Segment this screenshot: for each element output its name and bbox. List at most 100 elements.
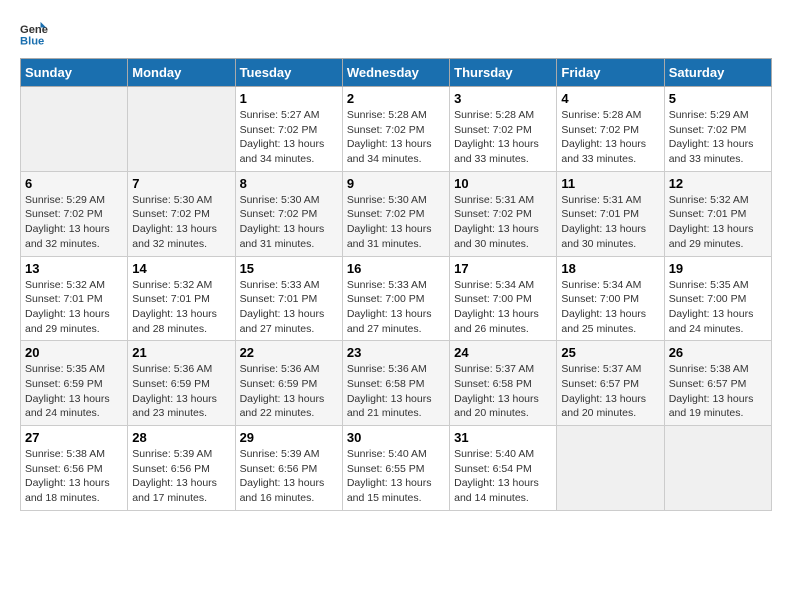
header: General Blue: [20, 20, 772, 48]
day-cell: 23 Sunrise: 5:36 AM Sunset: 6:58 PM Dayli…: [342, 341, 449, 426]
day-info: Sunrise: 5:31 AM Sunset: 7:02 PM Dayligh…: [454, 193, 552, 252]
day-cell: 7Sunrise: 5:30 AM Sunset: 7:02 PM Daylig…: [128, 171, 235, 256]
day-number: 18: [561, 261, 659, 276]
day-info: Sunrise: 5:29 AM Sunset: 7:02 PM Dayligh…: [25, 193, 123, 252]
col-header-monday: Monday: [128, 59, 235, 87]
day-number: 15: [240, 261, 338, 276]
week-row-4: 20 Sunrise: 5:35 AM Sunset: 6:59 PM Dayli…: [21, 341, 772, 426]
day-info: Sunrise: 5:37 AM Sunset: 6:57 PM Dayligh…: [561, 362, 659, 421]
day-cell: 2 Sunrise: 5:28 AM Sunset: 7:02 PM Daylig…: [342, 87, 449, 172]
day-info: Sunrise: 5:35 AM Sunset: 7:00 PM Dayligh…: [669, 278, 767, 337]
day-info: Sunrise: 5:30 AM Sunset: 7:02 PM Dayligh…: [347, 193, 445, 252]
day-info: Sunrise: 5:40 AM Sunset: 6:54 PM Dayligh…: [454, 447, 552, 506]
day-number: 6: [25, 176, 123, 191]
day-number: 20: [25, 345, 123, 360]
day-number: 16: [347, 261, 445, 276]
day-info: Sunrise: 5:28 AM Sunset: 7:02 PM Dayligh…: [347, 108, 445, 167]
day-number: 13: [25, 261, 123, 276]
day-info: Sunrise: 5:34 AM Sunset: 7:00 PM Dayligh…: [561, 278, 659, 337]
day-cell: 8Sunrise: 5:30 AM Sunset: 7:02 PM Daylig…: [235, 171, 342, 256]
col-header-sunday: Sunday: [21, 59, 128, 87]
day-cell: 25Sunrise: 5:37 AM Sunset: 6:57 PM Dayli…: [557, 341, 664, 426]
day-cell: 24 Sunrise: 5:37 AM Sunset: 6:58 PM Dayli…: [450, 341, 557, 426]
week-row-5: 27Sunrise: 5:38 AM Sunset: 6:56 PM Dayli…: [21, 426, 772, 511]
day-cell: 6 Sunrise: 5:29 AM Sunset: 7:02 PM Daylig…: [21, 171, 128, 256]
day-info: Sunrise: 5:27 AM Sunset: 7:02 PM Dayligh…: [240, 108, 338, 167]
day-cell: [21, 87, 128, 172]
day-cell: 12Sunrise: 5:32 AM Sunset: 7:01 PM Dayli…: [664, 171, 771, 256]
day-info: Sunrise: 5:40 AM Sunset: 6:55 PM Dayligh…: [347, 447, 445, 506]
day-cell: 21 Sunrise: 5:36 AM Sunset: 6:59 PM Dayli…: [128, 341, 235, 426]
week-row-1: 1 Sunrise: 5:27 AM Sunset: 7:02 PM Daylig…: [21, 87, 772, 172]
day-info: Sunrise: 5:36 AM Sunset: 6:59 PM Dayligh…: [132, 362, 230, 421]
day-info: Sunrise: 5:31 AM Sunset: 7:01 PM Dayligh…: [561, 193, 659, 252]
day-cell: 19 Sunrise: 5:35 AM Sunset: 7:00 PM Dayli…: [664, 256, 771, 341]
svg-text:Blue: Blue: [20, 35, 44, 47]
day-cell: 5 Sunrise: 5:29 AM Sunset: 7:02 PM Daylig…: [664, 87, 771, 172]
week-row-3: 13 Sunrise: 5:32 AM Sunset: 7:01 PM Dayli…: [21, 256, 772, 341]
day-cell: 29Sunrise: 5:39 AM Sunset: 6:56 PM Dayli…: [235, 426, 342, 511]
day-info: Sunrise: 5:30 AM Sunset: 7:02 PM Dayligh…: [132, 193, 230, 252]
day-number: 14: [132, 261, 230, 276]
day-number: 5: [669, 91, 767, 106]
day-info: Sunrise: 5:28 AM Sunset: 7:02 PM Dayligh…: [454, 108, 552, 167]
day-info: Sunrise: 5:36 AM Sunset: 6:59 PM Dayligh…: [240, 362, 338, 421]
col-header-wednesday: Wednesday: [342, 59, 449, 87]
day-info: Sunrise: 5:37 AM Sunset: 6:58 PM Dayligh…: [454, 362, 552, 421]
day-info: Sunrise: 5:32 AM Sunset: 7:01 PM Dayligh…: [132, 278, 230, 337]
day-info: Sunrise: 5:28 AM Sunset: 7:02 PM Dayligh…: [561, 108, 659, 167]
week-row-2: 6 Sunrise: 5:29 AM Sunset: 7:02 PM Daylig…: [21, 171, 772, 256]
day-info: Sunrise: 5:33 AM Sunset: 7:00 PM Dayligh…: [347, 278, 445, 337]
day-cell: 20 Sunrise: 5:35 AM Sunset: 6:59 PM Dayli…: [21, 341, 128, 426]
day-info: Sunrise: 5:38 AM Sunset: 6:57 PM Dayligh…: [669, 362, 767, 421]
day-cell: [557, 426, 664, 511]
col-header-thursday: Thursday: [450, 59, 557, 87]
day-cell: 28 Sunrise: 5:39 AM Sunset: 6:56 PM Dayli…: [128, 426, 235, 511]
day-cell: 13 Sunrise: 5:32 AM Sunset: 7:01 PM Dayli…: [21, 256, 128, 341]
day-number: 28: [132, 430, 230, 445]
day-cell: [128, 87, 235, 172]
day-number: 24: [454, 345, 552, 360]
day-number: 22: [240, 345, 338, 360]
day-number: 1: [240, 91, 338, 106]
day-cell: 22 Sunrise: 5:36 AM Sunset: 6:59 PM Dayli…: [235, 341, 342, 426]
day-info: Sunrise: 5:32 AM Sunset: 7:01 PM Dayligh…: [669, 193, 767, 252]
day-cell: 3 Sunrise: 5:28 AM Sunset: 7:02 PM Daylig…: [450, 87, 557, 172]
day-info: Sunrise: 5:30 AM Sunset: 7:02 PM Dayligh…: [240, 193, 338, 252]
logo: General Blue: [20, 20, 52, 48]
day-number: 11: [561, 176, 659, 191]
day-cell: 30 Sunrise: 5:40 AM Sunset: 6:55 PM Dayli…: [342, 426, 449, 511]
day-number: 26: [669, 345, 767, 360]
day-info: Sunrise: 5:36 AM Sunset: 6:58 PM Dayligh…: [347, 362, 445, 421]
day-info: Sunrise: 5:35 AM Sunset: 6:59 PM Dayligh…: [25, 362, 123, 421]
day-info: Sunrise: 5:39 AM Sunset: 6:56 PM Dayligh…: [132, 447, 230, 506]
day-number: 27: [25, 430, 123, 445]
day-cell: 31Sunrise: 5:40 AM Sunset: 6:54 PM Dayli…: [450, 426, 557, 511]
day-info: Sunrise: 5:33 AM Sunset: 7:01 PM Dayligh…: [240, 278, 338, 337]
day-number: 23: [347, 345, 445, 360]
day-info: Sunrise: 5:39 AM Sunset: 6:56 PM Dayligh…: [240, 447, 338, 506]
day-cell: 16 Sunrise: 5:33 AM Sunset: 7:00 PM Dayli…: [342, 256, 449, 341]
col-header-tuesday: Tuesday: [235, 59, 342, 87]
day-number: 19: [669, 261, 767, 276]
day-info: Sunrise: 5:34 AM Sunset: 7:00 PM Dayligh…: [454, 278, 552, 337]
day-cell: 11 Sunrise: 5:31 AM Sunset: 7:01 PM Dayli…: [557, 171, 664, 256]
day-cell: 27Sunrise: 5:38 AM Sunset: 6:56 PM Dayli…: [21, 426, 128, 511]
day-number: 17: [454, 261, 552, 276]
day-number: 21: [132, 345, 230, 360]
col-header-friday: Friday: [557, 59, 664, 87]
day-number: 10: [454, 176, 552, 191]
day-number: 4: [561, 91, 659, 106]
day-cell: 15 Sunrise: 5:33 AM Sunset: 7:01 PM Dayli…: [235, 256, 342, 341]
day-number: 2: [347, 91, 445, 106]
day-number: 9: [347, 176, 445, 191]
day-number: 3: [454, 91, 552, 106]
logo-icon: General Blue: [20, 20, 48, 48]
calendar-table: SundayMondayTuesdayWednesdayThursdayFrid…: [20, 58, 772, 511]
day-info: Sunrise: 5:29 AM Sunset: 7:02 PM Dayligh…: [669, 108, 767, 167]
day-cell: 4 Sunrise: 5:28 AM Sunset: 7:02 PM Daylig…: [557, 87, 664, 172]
day-info: Sunrise: 5:32 AM Sunset: 7:01 PM Dayligh…: [25, 278, 123, 337]
col-header-saturday: Saturday: [664, 59, 771, 87]
day-number: 30: [347, 430, 445, 445]
day-cell: 10 Sunrise: 5:31 AM Sunset: 7:02 PM Dayli…: [450, 171, 557, 256]
